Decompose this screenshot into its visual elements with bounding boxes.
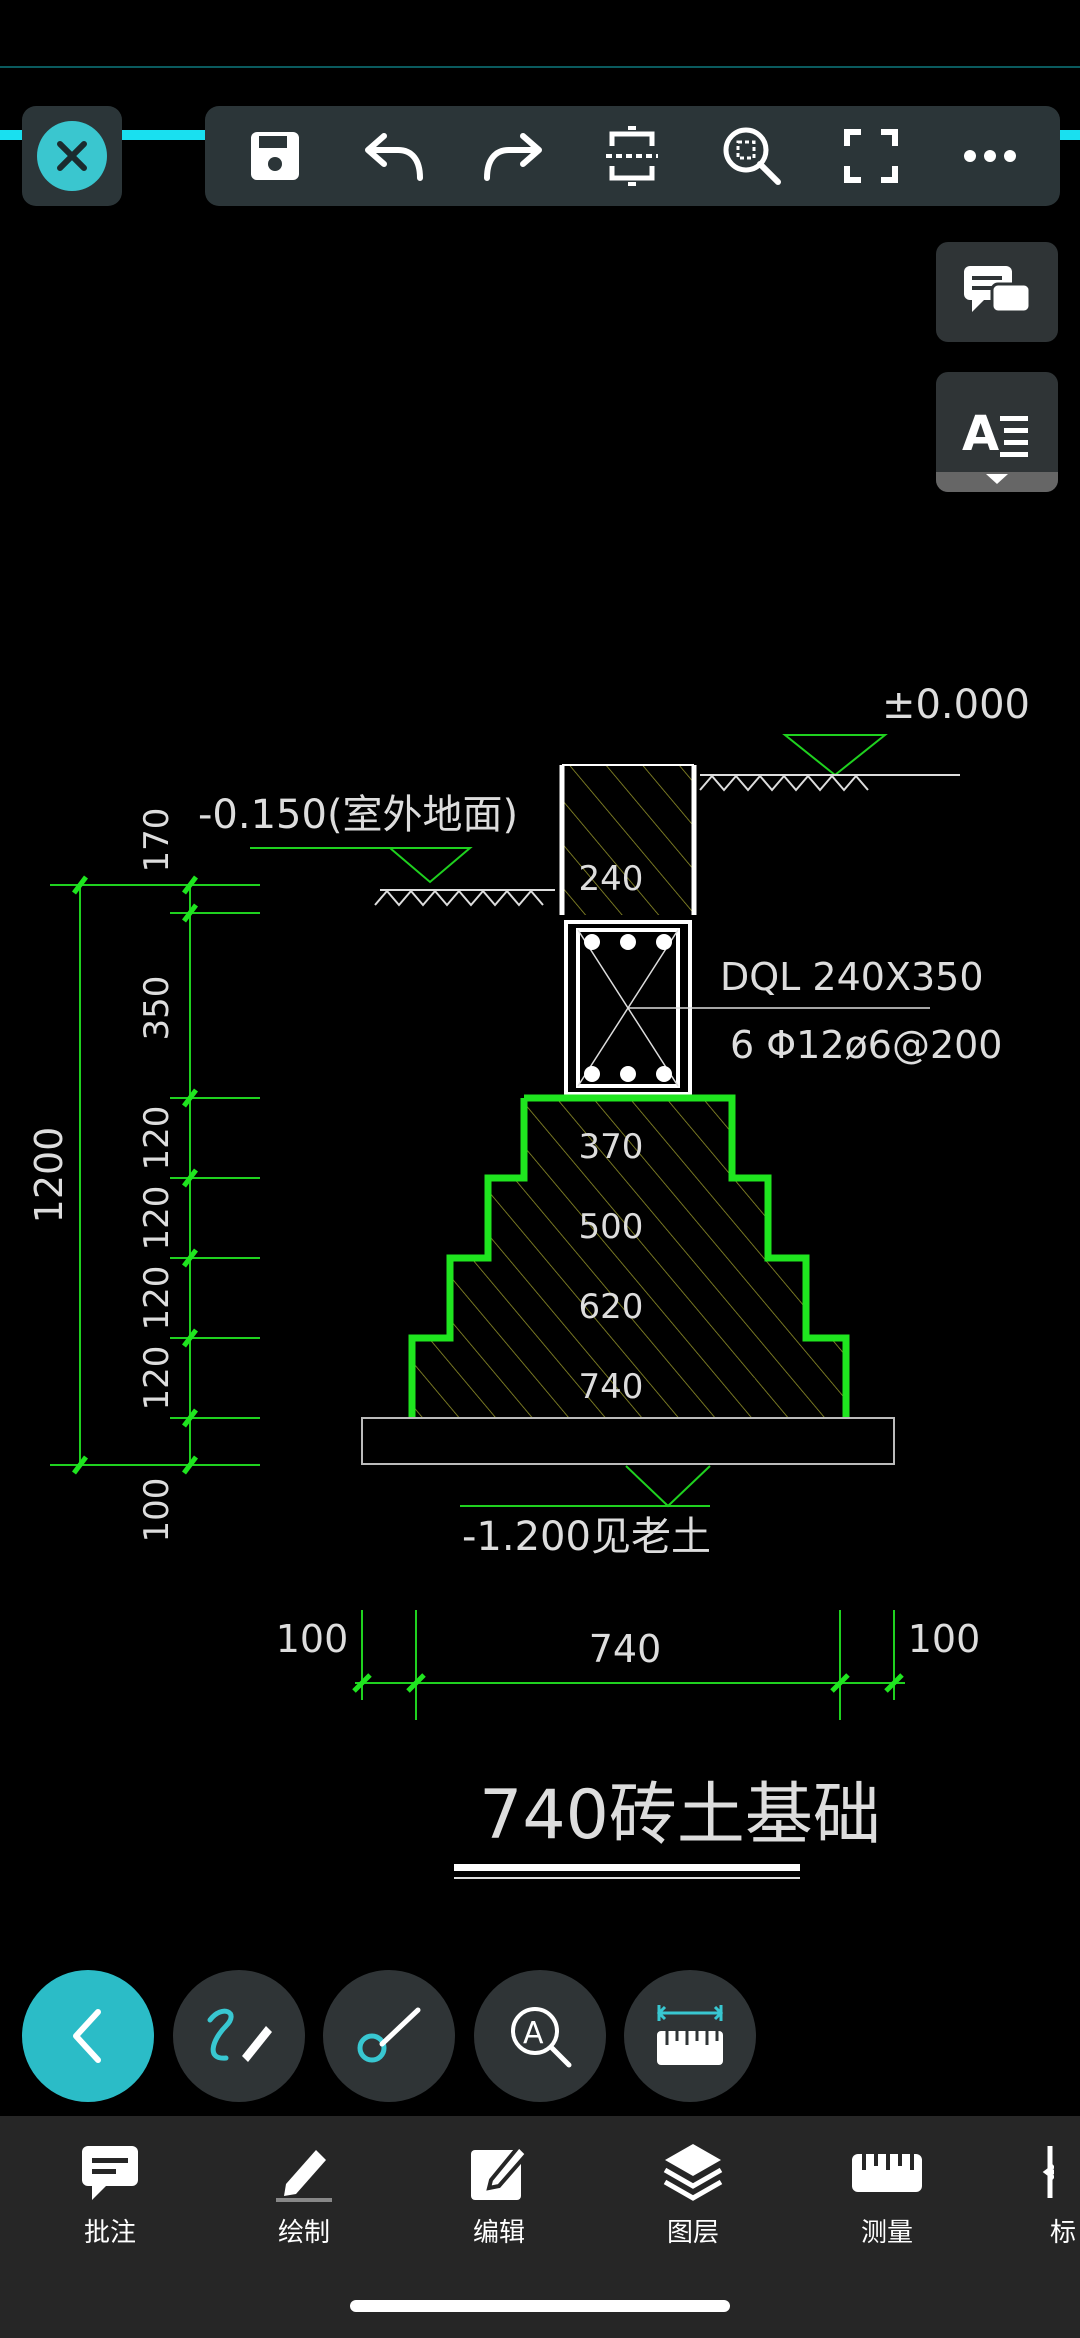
svg-text:100: 100 (276, 1617, 349, 1661)
svg-text:120: 120 (137, 1186, 177, 1251)
svg-text:500: 500 (579, 1207, 644, 1247)
top-toolbar (205, 106, 1060, 206)
cad-drawing-canvas[interactable]: ±0.000 -0.150(室外地面) 240 DQL 240X350 6 Φ1… (0, 640, 1080, 1920)
comments-icon (964, 266, 1032, 314)
svg-text:620: 620 (579, 1287, 644, 1327)
elevation-bottom-marker: -1.200见老土 (460, 1465, 711, 1560)
svg-text:100: 100 (137, 1478, 177, 1543)
comment-icon (82, 2146, 138, 2200)
svg-text:740砖土基础: 740砖土基础 (479, 1776, 881, 1855)
fullscreen-icon[interactable] (831, 116, 911, 196)
nav-item-draw[interactable]: 绘制 (229, 2140, 379, 2249)
nav-label-dimension: 标 (1050, 2218, 1077, 2248)
nav-item-annotate[interactable]: 批注 (35, 2140, 185, 2249)
pencil-icon (276, 2150, 332, 2202)
svg-text:6 Φ12ø6@200: 6 Φ12ø6@200 (730, 1023, 1002, 1067)
svg-text:A: A (962, 406, 999, 460)
svg-text:120: 120 (137, 1266, 177, 1331)
text-style-icon: A (962, 406, 1028, 460)
elevation-outdoor-marker: -0.150(室外地面) (198, 792, 555, 907)
ruler-measure-icon (656, 2005, 724, 2065)
svg-text:100: 100 (908, 1617, 981, 1661)
section-icon[interactable] (592, 116, 672, 196)
freehand-draw-icon (207, 2008, 272, 2062)
wall-section: 240 (559, 764, 697, 915)
nav-label-edit: 编辑 (472, 2218, 525, 2248)
brush-icon (357, 2007, 421, 2063)
comments-button[interactable] (936, 242, 1058, 342)
dimension-icon (1042, 2146, 1054, 2198)
svg-text:120: 120 (137, 1106, 177, 1171)
dropdown-indicator (936, 472, 1058, 492)
vertical-dimensions: 1200 170 350 120 120 120 120 100 (27, 808, 260, 1543)
nav-label-annotate: 批注 (83, 2218, 136, 2248)
nav-item-measure[interactable]: 测量 (812, 2140, 962, 2249)
redo-icon[interactable] (473, 116, 553, 196)
save-icon[interactable] (235, 116, 315, 196)
ring-beam-section: DQL 240X350 6 Φ12ø6@200 (564, 920, 1002, 1096)
close-button[interactable] (22, 106, 122, 206)
nav-label-draw: 绘制 (277, 2218, 330, 2248)
freehand-draw-button[interactable] (173, 1970, 305, 2102)
svg-text:740: 740 (589, 1627, 662, 1671)
nav-label-layers: 图层 (666, 2218, 719, 2248)
horizontal-dimensions: 100 740 100 (276, 1610, 981, 1720)
ruler-measure-button[interactable] (624, 1970, 756, 2102)
svg-text:240: 240 (579, 859, 644, 899)
svg-text:DQL 240X350: DQL 240X350 (720, 955, 984, 999)
layers-icon (663, 2144, 723, 2201)
text-search-button[interactable]: A (474, 1970, 606, 2102)
undo-icon[interactable] (354, 116, 434, 196)
home-indicator (350, 2300, 730, 2312)
svg-text:±0.000: ±0.000 (882, 682, 1030, 728)
more-icon[interactable] (950, 116, 1030, 196)
nav-item-edit[interactable]: 编辑 (424, 2140, 574, 2249)
drawing-title: 740砖土基础 (454, 1776, 881, 1879)
brush-button[interactable] (323, 1970, 455, 2102)
back-icon (73, 2009, 101, 2063)
svg-text:170: 170 (137, 808, 177, 873)
svg-text:-1.200见老土: -1.200见老土 (462, 1514, 711, 1560)
svg-text:350: 350 (137, 976, 177, 1041)
svg-text:120: 120 (137, 1346, 177, 1411)
svg-text:A: A (523, 2016, 544, 2051)
top-divider-line (0, 66, 1080, 68)
measure-icon (852, 2154, 922, 2192)
back-button[interactable] (22, 1970, 154, 2102)
svg-text:1200: 1200 (27, 1127, 71, 1224)
stepped-footing: 370 500 620 740 (361, 1094, 895, 1465)
nav-item-layers[interactable]: 图层 (618, 2140, 768, 2249)
edit-icon (471, 2143, 530, 2200)
text-style-button[interactable]: A (936, 372, 1058, 492)
text-search-icon: A (511, 2007, 572, 2068)
svg-text:370: 370 (579, 1127, 644, 1167)
nav-item-dimension[interactable]: 标 (990, 2140, 1080, 2249)
close-icon (37, 121, 107, 191)
elevation-top-marker: ±0.000 (699, 682, 1030, 792)
svg-text:740: 740 (579, 1367, 644, 1407)
zoom-window-icon[interactable] (712, 116, 792, 196)
nav-label-measure: 测量 (860, 2218, 913, 2248)
svg-text:-0.150(室外地面): -0.150(室外地面) (198, 792, 518, 838)
